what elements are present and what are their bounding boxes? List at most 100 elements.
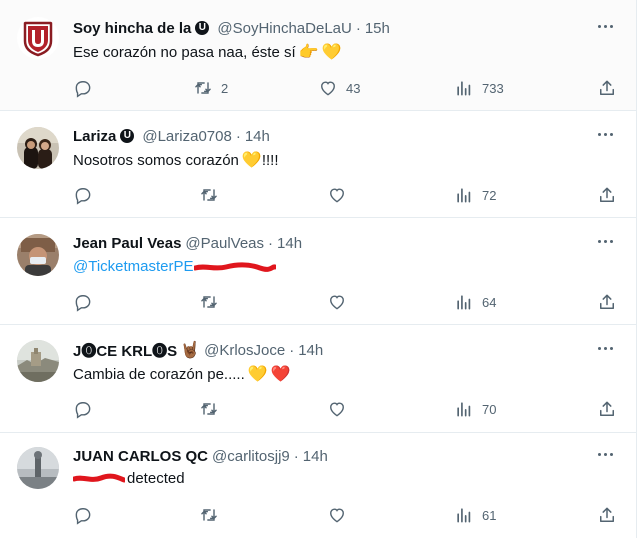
retweet-icon <box>195 82 211 94</box>
view-count: 61 <box>482 507 497 523</box>
share-button[interactable] <box>597 290 617 314</box>
views-icon <box>457 295 471 310</box>
like-button[interactable]: 43 <box>318 76 360 100</box>
reply-icon <box>75 508 91 525</box>
views-button[interactable]: 64 <box>454 290 496 314</box>
more-icon[interactable] <box>594 234 616 248</box>
avatar[interactable] <box>17 447 59 489</box>
tweet-actions: 61 <box>0 503 636 527</box>
club-badge-icon: U <box>195 21 210 35</box>
like-count: 43 <box>346 80 361 96</box>
view-count: 72 <box>482 187 497 203</box>
tweet[interactable]: Jean Paul Veas @PaulVeas · 14h @Ticketma… <box>0 218 636 325</box>
red-heart-emoji: ❤️ <box>270 366 291 383</box>
tweet-header: J⓿CE KRL⓿S 🤘🏾 @KrlosJoce · 14h <box>73 339 323 361</box>
retweet-button[interactable] <box>199 397 227 421</box>
display-name[interactable]: Jean Paul Veas <box>73 235 181 252</box>
view-count: 64 <box>482 294 497 310</box>
view-count: 733 <box>482 80 504 96</box>
profile-photo <box>17 127 59 169</box>
redaction-scribble <box>73 473 125 482</box>
retweet-icon <box>201 403 217 415</box>
tweet[interactable]: JUAN CARLOS QC @carlitosjj9 · 14h detect… <box>0 433 636 538</box>
retweet-button[interactable]: 2 <box>193 76 228 100</box>
reply-button[interactable] <box>73 183 101 207</box>
timestamp[interactable]: 15h <box>365 20 390 37</box>
retweet-button[interactable] <box>199 290 227 314</box>
timestamp[interactable]: 14h <box>277 235 302 252</box>
avatar[interactable] <box>17 234 59 276</box>
reply-button[interactable] <box>73 397 101 421</box>
heart-icon <box>330 295 344 310</box>
tweet[interactable]: Soy hincha de la U @SoyHinchaDeLaU · 15h… <box>0 0 636 111</box>
reply-icon <box>75 188 91 205</box>
reply-button[interactable] <box>73 290 101 314</box>
more-icon[interactable] <box>594 127 616 141</box>
view-count: 70 <box>482 401 497 417</box>
tweet-feed: Soy hincha de la U @SoyHinchaDeLaU · 15h… <box>0 0 640 538</box>
reply-button[interactable] <box>73 76 101 100</box>
column-divider <box>636 0 637 538</box>
user-handle[interactable]: @KrlosJoce <box>204 342 285 359</box>
retweet-icon <box>201 296 217 308</box>
more-icon[interactable] <box>594 19 616 33</box>
share-icon <box>600 187 614 202</box>
timestamp[interactable]: 14h <box>303 448 328 465</box>
share-icon <box>600 294 614 309</box>
views-button[interactable]: 61 <box>454 503 496 527</box>
reply-icon <box>75 295 91 312</box>
tweet-header: Jean Paul Veas @PaulVeas · 14h <box>73 232 302 254</box>
tweet-header: Lariza U @Lariza0708 · 14h <box>73 125 270 147</box>
views-button[interactable]: 72 <box>454 183 496 207</box>
more-icon[interactable] <box>594 341 616 355</box>
avatar[interactable] <box>17 17 59 59</box>
share-button[interactable] <box>597 397 617 421</box>
avatar[interactable] <box>17 127 59 169</box>
like-button[interactable] <box>327 503 355 527</box>
like-button[interactable] <box>327 290 355 314</box>
user-handle[interactable]: @carlitosjj9 <box>212 448 290 465</box>
retweet-button[interactable] <box>199 183 227 207</box>
share-button[interactable] <box>597 183 617 207</box>
display-name[interactable]: JUAN CARLOS QC <box>73 448 208 465</box>
profile-photo <box>17 234 59 276</box>
share-button[interactable] <box>597 503 617 527</box>
views-button[interactable]: 70 <box>454 397 496 421</box>
views-button[interactable]: 733 <box>454 76 504 100</box>
rock-on-emoji: 🤘🏾 <box>180 342 201 359</box>
mention-link[interactable]: @TicketmasterPE <box>73 258 194 275</box>
share-button[interactable] <box>597 76 617 100</box>
display-name[interactable]: Lariza <box>73 128 116 145</box>
like-button[interactable] <box>327 183 355 207</box>
timestamp[interactable]: 14h <box>245 128 270 145</box>
display-name[interactable]: Soy hincha de la <box>73 20 191 37</box>
retweet-icon <box>201 509 217 521</box>
retweet-button[interactable] <box>199 503 227 527</box>
tweet[interactable]: J⓿CE KRL⓿S 🤘🏾 @KrlosJoce · 14h Cambia de… <box>0 325 636 433</box>
tweet-header: JUAN CARLOS QC @carlitosjj9 · 14h <box>73 445 328 467</box>
tweet-actions: 2 43 733 <box>0 76 636 100</box>
tweet-header: Soy hincha de la U @SoyHinchaDeLaU · 15h <box>73 17 390 39</box>
user-handle[interactable]: @SoyHinchaDeLaU <box>217 20 351 37</box>
views-icon <box>457 188 471 203</box>
like-button[interactable] <box>327 397 355 421</box>
views-icon <box>457 508 471 523</box>
reply-icon <box>75 81 91 98</box>
user-handle[interactable]: @PaulVeas <box>185 235 264 252</box>
timestamp[interactable]: 14h <box>298 342 323 359</box>
user-handle[interactable]: @Lariza0708 <box>142 128 231 145</box>
reply-button[interactable] <box>73 503 101 527</box>
avatar[interactable] <box>17 340 59 382</box>
separator-dot: · <box>293 447 299 465</box>
club-badge-icon: U <box>120 129 135 143</box>
separator-dot: · <box>355 19 361 37</box>
separator-dot: · <box>289 341 295 359</box>
profile-photo <box>17 340 59 382</box>
tweet-text-content: detected <box>127 470 185 487</box>
tweet[interactable]: Lariza U @Lariza0708 · 14h Nosotros somo… <box>0 111 636 218</box>
yellow-heart-emoji: 💛 <box>241 152 262 169</box>
more-icon[interactable] <box>594 447 616 461</box>
tweet-text: @TicketmasterPE <box>73 258 276 275</box>
retweet-icon <box>201 189 217 201</box>
display-name[interactable]: J⓿CE KRL⓿S <box>73 340 177 361</box>
